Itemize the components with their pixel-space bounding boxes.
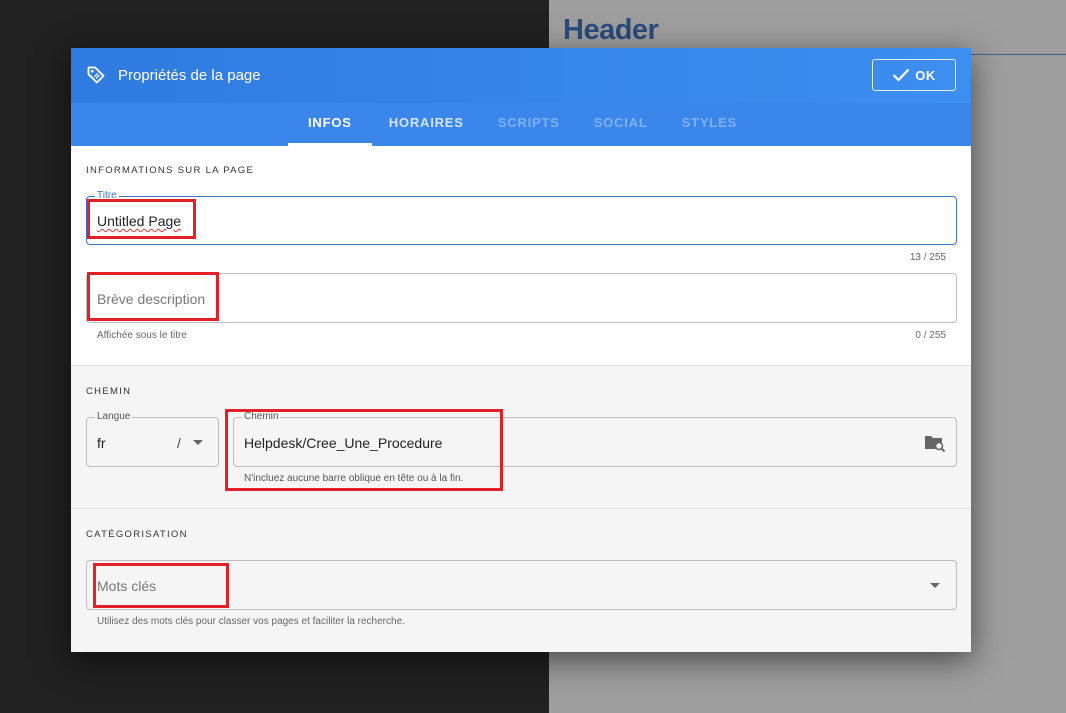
language-select[interactable]: Langue fr / xyxy=(86,411,219,467)
dropdown-arrow-icon xyxy=(930,583,940,588)
check-icon xyxy=(892,68,910,82)
tab-scripts[interactable]: SCRIPTS xyxy=(481,103,577,146)
annotation-box-title xyxy=(87,199,196,239)
tab-horaires[interactable]: HORAIRES xyxy=(372,103,481,146)
tags-hint: Utilisez des mots clés pour classer vos … xyxy=(97,616,405,627)
tab-social[interactable]: SOCIAL xyxy=(577,103,665,146)
tab-bar: INFOS HORAIRES SCRIPTS SOCIAL STYLES xyxy=(71,103,971,146)
categorization-section: CATÉGORISATION Mots clés Utilisez des mo… xyxy=(71,509,971,652)
path-section-label: CHEMIN xyxy=(86,386,132,397)
tab-styles[interactable]: STYLES xyxy=(665,103,754,146)
title-field[interactable]: Titre Untitled Page xyxy=(86,190,957,245)
folder-search-icon[interactable] xyxy=(924,434,946,452)
language-legend: Langue xyxy=(95,411,133,423)
ok-button-label: OK xyxy=(915,67,936,83)
page-info-section-label: INFORMATIONS SUR LA PAGE xyxy=(86,165,255,176)
description-hint: Affichée sous le titre xyxy=(97,330,187,341)
annotation-box-tags xyxy=(93,563,229,608)
annotation-box-path xyxy=(225,409,503,491)
background-header-text: Header xyxy=(563,14,659,46)
page-info-section: INFORMATIONS SUR LA PAGE Titre Untitled … xyxy=(71,146,971,366)
language-separator: / xyxy=(177,435,181,451)
tab-infos[interactable]: INFOS xyxy=(287,103,372,146)
path-section: CHEMIN Langue fr / Chemin Helpdesk/Cree_… xyxy=(71,366,971,509)
dialog-title: Propriétés de la page xyxy=(118,67,261,84)
description-counter: 0 / 255 xyxy=(915,330,946,341)
language-value: fr xyxy=(97,435,106,451)
tag-icon xyxy=(87,66,105,84)
categorization-section-label: CATÉGORISATION xyxy=(86,529,188,540)
page-properties-dialog: Propriétés de la page OK INFOS HORAIRES … xyxy=(71,48,971,652)
title-counter: 13 / 255 xyxy=(909,252,946,263)
dropdown-arrow-icon xyxy=(193,440,203,445)
annotation-box-description xyxy=(87,272,219,321)
dialog-toolbar: Propriétés de la page OK xyxy=(71,48,971,103)
ok-button[interactable]: OK xyxy=(872,59,956,91)
